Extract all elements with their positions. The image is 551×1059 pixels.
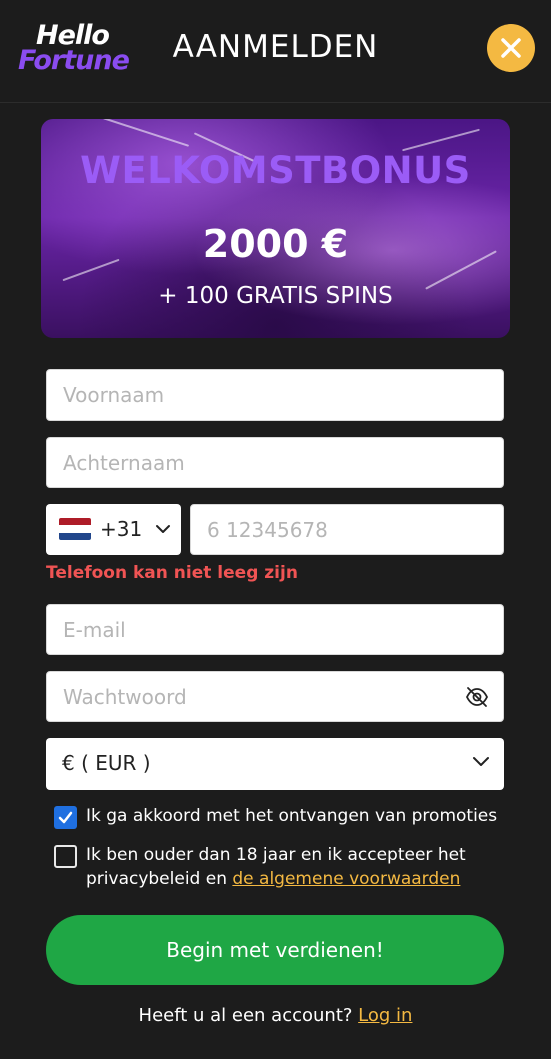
country-code: +31 <box>100 517 143 541</box>
last-name-input[interactable] <box>47 438 503 487</box>
country-code-select[interactable]: +31 <box>46 504 181 555</box>
first-name-input[interactable] <box>47 370 503 420</box>
age-terms-label: Ik ben ouder dan 18 jaar en ik accepteer… <box>86 843 486 891</box>
welcome-bonus-banner: WELKOMSTBONUS 2000 € + 100 GRATIS SPINS <box>41 119 510 338</box>
password-field[interactable] <box>46 671 504 722</box>
chevron-down-icon <box>473 757 489 766</box>
login-prompt-text: Heeft u al een account? <box>138 1005 359 1026</box>
age-terms-checkbox[interactable] <box>54 845 77 868</box>
login-prompt: Heeft u al een account? Log in <box>0 1005 551 1026</box>
netherlands-flag-icon <box>59 518 91 540</box>
close-button[interactable] <box>487 24 535 72</box>
phone-field[interactable] <box>190 504 504 555</box>
email-input[interactable] <box>47 605 503 654</box>
terms-link[interactable]: de algemene voorwaarden <box>232 869 460 889</box>
header: Hello Fortune AANMELDEN <box>0 0 551 103</box>
begin-earning-button[interactable]: Begin met verdienen! <box>46 915 504 985</box>
chevron-down-icon <box>156 525 170 533</box>
first-name-field[interactable] <box>46 369 504 421</box>
close-icon <box>501 38 521 58</box>
currency-value: € ( EUR ) <box>62 751 151 775</box>
promotions-checkbox[interactable] <box>54 806 77 829</box>
phone-input[interactable] <box>191 505 503 554</box>
eye-slash-icon[interactable] <box>465 686 489 708</box>
banner-title: WELKOMSTBONUS <box>80 149 471 192</box>
login-link[interactable]: Log in <box>358 1005 412 1026</box>
password-input[interactable] <box>47 672 503 721</box>
checkmark-icon <box>58 811 73 824</box>
promotions-label: Ik ga akkoord met het ontvangen van prom… <box>86 806 498 826</box>
email-field[interactable] <box>46 604 504 655</box>
phone-error-message: Telefoon kan niet leeg zijn <box>46 563 298 583</box>
page-title: AANMELDEN <box>172 29 379 65</box>
currency-select[interactable]: € ( EUR ) <box>46 738 504 790</box>
last-name-field[interactable] <box>46 437 504 488</box>
banner-amount: 2000 € <box>202 222 349 266</box>
banner-spins: + 100 GRATIS SPINS <box>158 283 393 309</box>
